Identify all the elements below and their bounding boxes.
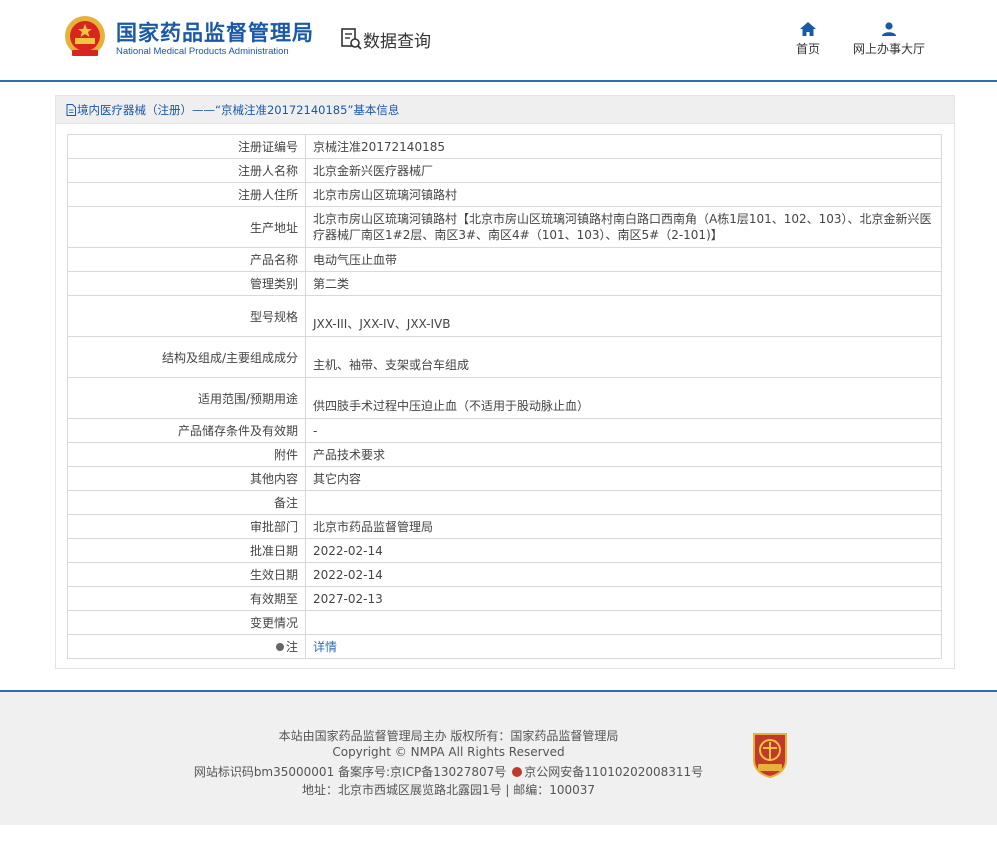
table-row: 其他内容 其它内容 [67,466,942,491]
row-value: 供四肢手术过程中压迫止血（不适用于股动脉止血） [305,377,942,419]
row-value: 北京市房山区琉璃河镇路村 [305,182,942,207]
nav-home-label: 首页 [795,42,820,56]
site-footer: 本站由国家药品监督管理局主办 版权所有：国家药品监督管理局 Copyright … [0,690,997,825]
row-value: 京械注准20172140185 [305,134,942,159]
table-row: 型号规格 JXX-III、JXX-IV、JXX-IVB [67,295,942,337]
row-key: 产品储存条件及有效期 [67,418,306,443]
page-bottom-spacer [0,827,997,864]
row-key: 备注 [67,490,306,515]
table-row: 注册人名称 北京金新兴医疗器械厂 [67,158,942,183]
row-value: 2022-02-14 [305,562,942,587]
table-row: 产品名称 电动气压止血带 [67,247,942,272]
nav-home-link[interactable]: 首页 [788,22,828,57]
footer-copyright: Copyright © NMPA All Rights Reserved [332,745,565,759]
panel-header: 境内医疗器械（注册）——“京械注准20172140185”基本信息 [56,96,954,124]
row-key: 生效日期 [67,562,306,587]
table-row: 附件 产品技术要求 [67,442,942,467]
row-key-note: 注 [67,634,306,659]
row-value: 北京市房山区琉璃河镇路村【北京市房山区琉璃河镇路村南白路口西南角（A栋1层101… [305,206,942,248]
row-key: 审批部门 [67,514,306,539]
document-icon [66,104,76,116]
row-key: 适用范围/预期用途 [67,377,306,419]
site-header: 国家药品监督管理局 National Medical Products Admi… [0,0,997,82]
police-badge-icon [512,767,523,777]
row-value: 第二类 [305,271,942,296]
table-row: 适用范围/预期用途 供四肢手术过程中压迫止血（不适用于股动脉止血） [67,377,942,419]
table-row: 有效期至 2027-02-13 [67,586,942,611]
detail-panel: 境内医疗器械（注册）——“京械注准20172140185”基本信息 注册证编号 … [55,95,955,669]
row-key: 产品名称 [67,247,306,272]
row-key: 注册人名称 [67,158,306,183]
table-row: 产品储存条件及有效期 - [67,418,942,443]
row-value: 电动气压止血带 [305,247,942,272]
table-row: 变更情况 [67,610,942,635]
nav-online-hall-link[interactable]: 网上办事大厅 [846,22,932,57]
row-key: 批准日期 [67,538,306,563]
user-icon [882,22,896,36]
details-link[interactable]: 详情 [313,640,337,654]
row-value: 详情 [305,634,942,659]
row-value: 其它内容 [305,466,942,491]
table-row: 注 详情 [67,634,942,659]
row-value: - [305,418,942,443]
party-government-badge-icon[interactable] [750,730,790,778]
row-value: 北京市药品监督管理局 [305,514,942,539]
table-row: 结构及组成/主要组成成分 主机、袖带、支架或台车组成 [67,336,942,378]
table-row: 备注 [67,490,942,515]
row-key: 注册人住所 [67,182,306,207]
row-value: 产品技术要求 [305,442,942,467]
row-value [305,610,942,635]
agency-name-cn[interactable]: 国家药品监督管理局 [116,17,314,47]
row-value: JXX-III、JXX-IV、JXX-IVB [305,295,942,337]
footer-icp[interactable]: 网站标识码bm35000001 备案序号:京ICP备13027807号 [194,765,506,779]
row-key: 变更情况 [67,610,306,635]
row-key: 注册证编号 [67,134,306,159]
table-row: 管理类别 第二类 [67,271,942,296]
table-row: 生产地址 北京市房山区琉璃河镇路村【北京市房山区琉璃河镇路村南白路口西南角（A栋… [67,206,942,248]
national-emblem-icon [65,16,105,56]
home-icon [800,22,816,36]
info-table: 注册证编号 京械注准20172140185 注册人名称 北京金新兴医疗器械厂 注… [67,134,942,659]
note-pin-icon [275,643,284,651]
footer-copyright-owner: 本站由国家药品监督管理局主办 版权所有：国家药品监督管理局 [278,729,619,743]
row-key: 有效期至 [67,586,306,611]
footer-police-record[interactable]: 京公网安备11010202008311号 [524,765,703,779]
row-key: 其他内容 [67,466,306,491]
table-row: 生效日期 2022-02-14 [67,562,942,587]
note-key-label: 注 [285,640,298,654]
row-value: 北京金新兴医疗器械厂 [305,158,942,183]
row-key: 生产地址 [67,206,306,248]
row-value: 2027-02-13 [305,586,942,611]
row-value: 主机、袖带、支架或台车组成 [305,336,942,378]
row-key: 型号规格 [67,295,306,337]
nav-hall-label: 网上办事大厅 [852,42,925,56]
agency-name-en[interactable]: National Medical Products Administration [116,46,289,57]
table-row: 批准日期 2022-02-14 [67,538,942,563]
table-row: 注册证编号 京械注准20172140185 [67,134,942,159]
row-key: 管理类别 [67,271,306,296]
row-value [305,490,942,515]
row-value: 2022-02-14 [305,538,942,563]
footer-registration: 网站标识码bm35000001 备案序号:京ICP备13027807号 京公网安备… [0,763,947,780]
footer-address: 地址：北京市西城区展览路北露园1号 | 邮编：100037 [301,783,596,797]
panel-title: 境内医疗器械（注册）——“京械注准20172140185”基本信息 [77,103,400,117]
table-row: 注册人住所 北京市房山区琉璃河镇路村 [67,182,942,207]
table-row: 审批部门 北京市药品监督管理局 [67,514,942,539]
row-key: 结构及组成/主要组成成分 [67,336,306,378]
data-query-icon [341,28,362,50]
row-key: 附件 [67,442,306,467]
section-title: 数据查询 [363,32,431,52]
